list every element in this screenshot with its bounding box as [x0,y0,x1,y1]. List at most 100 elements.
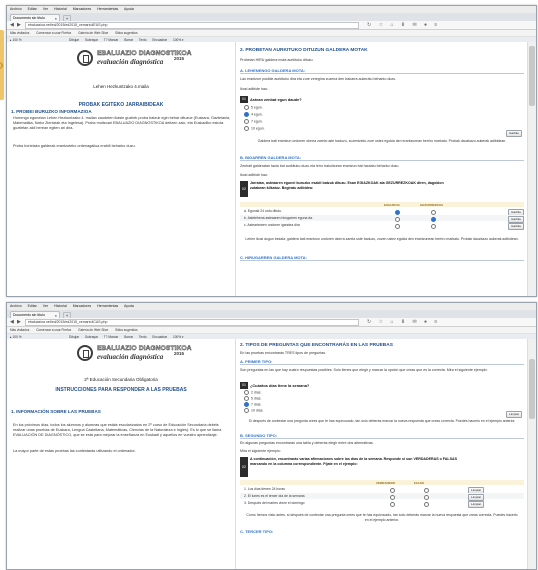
radio-button[interactable] [244,119,249,124]
column-header: GEZURREZKOA [420,202,444,207]
clear-button[interactable]: Limpiar [468,500,484,508]
radio-button[interactable] [395,209,400,215]
logo-mark-icon [77,50,93,66]
paragraph: Mira el siguiente ejemplo: [240,449,281,453]
question-text: A continuación, encontrarás varias afirm… [250,457,457,466]
radio-button[interactable] [424,487,429,493]
logo-line2: evaluación diagnóstica [97,353,164,361]
forward-icon[interactable]: ▶ [17,319,21,325]
table-row: b. Astelehena asteaaren hirugarren eguna… [240,215,524,223]
table-row: 2. El lunes es el tercer día de la seman… [240,493,524,501]
logo: EBALUAZIO DIAGNOSTIKOA evaluación diagnó… [77,345,197,367]
answer-option[interactable]: 4 egun. [244,112,263,117]
url-bar[interactable]: ebaluazioa.net/ed/2015/ed2015_cemario4CA… [25,319,359,326]
bookmark-item[interactable]: Comenzar a usar Firefox [36,328,71,332]
browser-tab[interactable]: Documento sin título × [10,311,60,318]
bookmark-item[interactable]: Galería de Web Slice [78,328,108,332]
course-subtitle: 2ª Educación Secundaria Obligatoria [84,377,158,382]
radio-button[interactable] [424,494,429,500]
row-label: 2. El lunes es el tercer día de la seman… [244,494,305,498]
tab-strip: Documento sin título × + [7,310,536,319]
menu-bookmarks[interactable]: Marcadores [73,7,91,11]
subsection-title: C. TERCER TIPO: [240,529,274,534]
scrollbar-thumb[interactable] [529,46,535,106]
menu-history[interactable]: Historial [54,304,67,308]
menu-view[interactable]: Ver [43,304,48,308]
question-text: ¿Cuántos días tiene la semana? [250,383,310,388]
bookmark-item[interactable]: Comenzar a usar Firefox [36,31,71,35]
bookmark-item[interactable]: Sitios sugeridos [115,328,138,332]
clear-button[interactable]: Limpiar [506,411,522,418]
clear-button[interactable]: Garbitu [508,222,524,230]
menu-bookmarks[interactable]: Marcadores [73,304,91,308]
left-panel: EBALUAZIO DIAGNOSTIKOA evaluación diagnó… [7,42,235,296]
radio-button[interactable] [390,494,395,500]
vertical-scrollbar[interactable] [527,339,536,569]
radio-button[interactable] [244,390,249,395]
answer-option[interactable]: 5 días. [244,396,262,401]
radio-button[interactable] [390,501,395,507]
radio-button[interactable] [395,216,400,222]
radio-button[interactable] [244,396,249,401]
toolbar-icons[interactable]: ↻ ☆ ⌂ ⬇ ✉ ● ≡ [367,318,440,326]
tab-strip: Documento sin título × + [7,13,536,22]
menu-file[interactable]: Archivo [10,7,22,11]
radio-button[interactable] [431,209,436,215]
menu-edit[interactable]: Editar [28,304,37,308]
menu-help[interactable]: Ayuda [124,7,134,11]
answer-option[interactable]: 10 días. [244,408,263,413]
radio-button[interactable] [244,126,249,131]
menu-bar: Archivo Editar Ver Historial Marcadores … [7,6,536,13]
toolbar-icons[interactable]: ↻ ☆ ⌂ ⬇ ✉ ● ≡ [367,21,440,29]
scrollbar-thumb[interactable] [529,359,535,419]
question-number: 01 [240,382,248,389]
radio-button[interactable] [244,105,249,110]
note: Si después de contestar una pregunta cre… [248,419,516,423]
bookmark-item[interactable]: Galería de Web Slice [78,31,108,35]
bookmark-item[interactable]: Más visitados [10,31,29,35]
menu-tools[interactable]: Herramientas [97,7,118,11]
page-content: EBALUAZIO DIAGNOSTIKOA evaluación diagnó… [7,339,536,569]
arrow-icon: ❯ [0,62,4,69]
browser-tab[interactable]: Documento sin título × [10,14,60,21]
vertical-scrollbar[interactable] [527,42,536,296]
divider [240,73,524,74]
answer-option[interactable]: 2 días. [244,390,262,395]
row-label: a. Egunak 24 ordu ditutu. [244,209,282,213]
menu-tools[interactable]: Herramientas [97,304,118,308]
back-icon[interactable]: ◀ [10,319,14,325]
answer-option[interactable]: 7 días. [244,402,262,407]
answer-option[interactable]: 10 egun. [244,126,265,131]
question-text: Astean zenbat egun daude? [250,97,302,102]
browser-window-spanish: Archivo Editar Ver Historial Marcadores … [6,302,537,570]
divider [240,160,524,161]
menu-help[interactable]: Ayuda [124,304,134,308]
menu-view[interactable]: Ver [43,7,48,11]
bookmark-item[interactable]: Sitios sugeridos [115,31,138,35]
back-icon[interactable]: ◀ [10,22,14,28]
answer-option[interactable]: 7 egun. [244,119,263,124]
menu-history[interactable]: Historial [54,7,67,11]
bookmark-item[interactable]: Más visitados [10,328,29,332]
radio-button[interactable] [431,216,436,222]
radio-button[interactable] [244,408,249,413]
radio-button[interactable] [244,402,249,407]
radio-button[interactable] [390,487,395,493]
question-number: 01 [240,96,248,103]
answer-option[interactable]: 5 egun. [244,105,263,110]
table-header [240,202,524,207]
menu-file[interactable]: Archivo [10,304,22,308]
radio-button[interactable] [431,223,436,229]
section-title: 1. INFORMACIÓN SOBRE LAS PRUEBAS [11,409,101,414]
forward-icon[interactable]: ▶ [17,22,21,28]
clear-button[interactable]: Garbitu [506,130,522,137]
url-bar[interactable]: ebaluazioa.net/ed/2015/ed2015_cemario4EU… [25,22,359,29]
divider [240,364,524,365]
menu-bar: Archivo Editar Ver Historial Marcadores … [7,303,536,310]
menu-edit[interactable]: Editar [28,7,37,11]
row-label: 1. Los días tienen 24 horas [244,487,285,491]
radio-button[interactable] [244,112,249,117]
radio-button[interactable] [395,223,400,229]
instructions-title: PROBAK EGITEKO JARRAIBIDEAK [78,102,164,108]
radio-button[interactable] [424,501,429,507]
